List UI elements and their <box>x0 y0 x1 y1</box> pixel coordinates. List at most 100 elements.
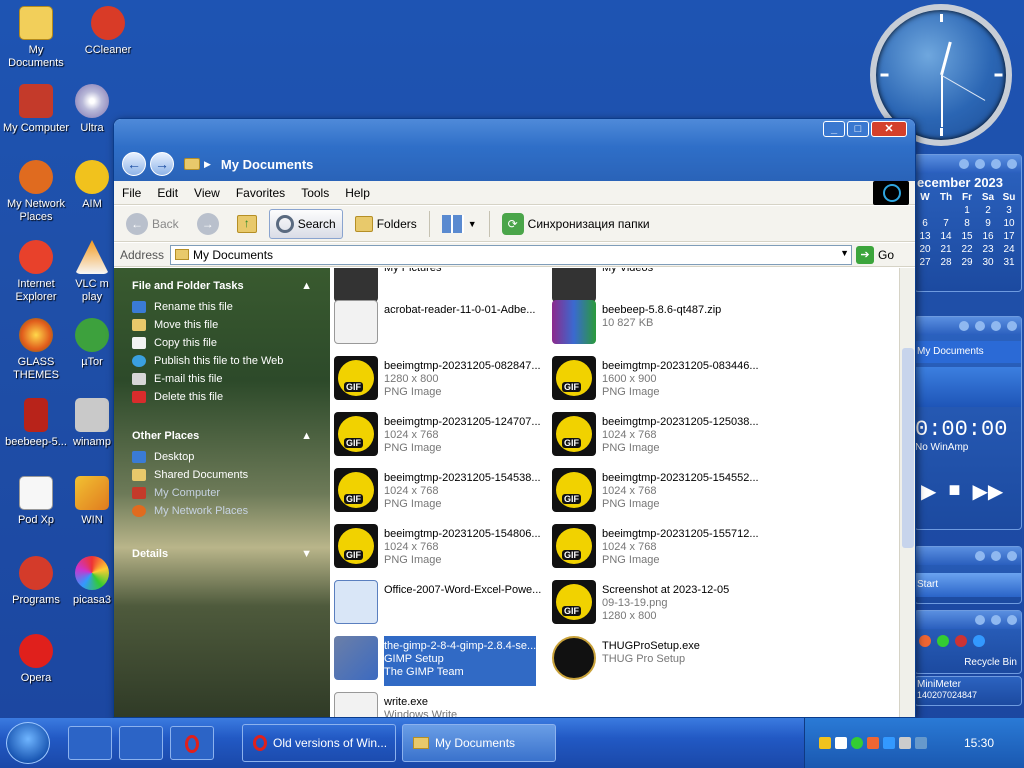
search-button[interactable]: Search <box>268 208 343 239</box>
views-button[interactable]: ▼ <box>436 209 483 239</box>
task-email-file[interactable]: E-mail this file <box>114 370 330 388</box>
file-item[interactable]: acrobat-reader-11-0-01-Adbe... <box>334 300 552 350</box>
calendar-gadget[interactable]: ecember 2023 W Th Fr Sa Su 1 2 3 6 7 8 9 10 13 14 15 16 1… <box>914 154 1022 292</box>
desktop-icon-ccleaner[interactable]: CCleaner <box>72 6 144 57</box>
up-folder-button[interactable]: ↑ <box>231 209 263 239</box>
desktop-icon-vlc[interactable]: VLC m play <box>72 240 112 304</box>
other-places-header[interactable]: Other Places ▲ <box>114 424 330 448</box>
menu-tools[interactable]: Tools <box>301 186 329 200</box>
file-item[interactable]: beebeep-5.8.6-qt487.zip 10 827 KB <box>552 300 770 350</box>
sync-folder-button[interactable]: ⟳ Синхронизация папки <box>496 209 656 239</box>
file-item[interactable]: beeimgtmp-20231205-154806...1024 x 768PN… <box>334 524 552 574</box>
start-gadget[interactable]: Start <box>914 546 1022 604</box>
calendar-day[interactable]: 14 <box>938 231 954 242</box>
task-rename-file[interactable]: Rename this file <box>114 298 330 316</box>
stop-icon[interactable]: ■ <box>948 479 960 504</box>
desktop-icon-beebeep[interactable]: beebeep-5... <box>0 398 72 449</box>
toolbar-gadget[interactable]: Recycle Bin <box>914 610 1022 674</box>
calendar-day[interactable]: 29 <box>959 257 975 268</box>
app-icon[interactable] <box>937 635 949 647</box>
menu-view[interactable]: View <box>194 186 220 200</box>
address-input[interactable]: My Documents ▼ <box>170 244 853 265</box>
desktop-icon-my-network-places[interactable]: My Network Places <box>0 160 72 224</box>
calendar-day[interactable]: 15 <box>959 231 975 242</box>
calendar-day[interactable]: 30 <box>980 257 996 268</box>
task-delete-file[interactable]: Delete this file <box>114 388 330 406</box>
menu-help[interactable]: Help <box>345 186 370 200</box>
close-button[interactable]: ✕ <box>871 121 907 137</box>
minimeter-gadget[interactable]: MiniMeter 140207024847 <box>914 676 1022 706</box>
desktop-icon-ultra[interactable]: Ultra <box>72 84 112 135</box>
desktop-icon-win[interactable]: WIN <box>72 476 112 527</box>
next-icon[interactable]: ▶▶ <box>972 479 1003 504</box>
nav-forward-button[interactable]: → <box>150 152 174 176</box>
calendar-day[interactable]: 21 <box>938 244 954 255</box>
desktop-icon-aim[interactable]: AIM <box>72 160 112 211</box>
quicklaunch-show-desktop[interactable] <box>68 726 112 760</box>
calendar-day[interactable]: 22 <box>959 244 975 255</box>
calendar-day[interactable] <box>938 205 954 216</box>
desktop-icon-picasa[interactable]: picasa3 <box>72 556 112 607</box>
app-icon[interactable] <box>973 635 985 647</box>
task-my-documents[interactable]: My Documents <box>402 724 556 762</box>
back-button[interactable]: ← Back <box>120 209 185 239</box>
place-desktop[interactable]: Desktop <box>114 448 330 466</box>
clock-time[interactable]: 15:30 <box>964 736 994 750</box>
tray-icon[interactable] <box>915 737 927 749</box>
file-item[interactable]: beeimgtmp-20231205-155712...1024 x 768PN… <box>552 524 770 574</box>
vertical-scrollbar[interactable] <box>899 268 915 717</box>
task-publish-web[interactable]: Publish this file to the Web <box>114 352 330 370</box>
calendar-day[interactable]: 20 <box>917 244 933 255</box>
calendar-day[interactable]: 3 <box>1001 205 1017 216</box>
tray-icon[interactable] <box>851 737 863 749</box>
calendar-day[interactable]: 9 <box>980 218 996 229</box>
details-header[interactable]: Details ▼ <box>114 542 330 566</box>
desktop-icon-my-computer[interactable]: My Computer <box>0 84 72 135</box>
desktop-icon-winamp[interactable]: winamp <box>72 398 112 449</box>
file-item[interactable]: beeimgtmp-20231205-124707...1024 x 768PN… <box>334 412 552 462</box>
start-button[interactable] <box>6 722 50 764</box>
desktop-icon-my-documents[interactable]: My Documents <box>0 6 72 70</box>
calendar-day[interactable]: 8 <box>959 218 975 229</box>
desktop-icon-glass-themes[interactable]: GLASS THEMES <box>0 318 72 382</box>
desktop-icon-internet-explorer[interactable]: Internet Explorer <box>0 240 72 304</box>
menu-edit[interactable]: Edit <box>157 186 178 200</box>
calendar-day[interactable]: 13 <box>917 231 933 242</box>
winamp-gadget[interactable]: My Documents 0:00:00 No WinAmp ▶ ■ ▶▶ <box>914 316 1022 530</box>
file-item[interactable]: write.exe Windows Write <box>334 692 552 717</box>
calendar-day[interactable] <box>917 205 933 216</box>
file-item[interactable]: beeimgtmp-20231205-154538...1024 x 768PN… <box>334 468 552 518</box>
tray-icon[interactable] <box>819 737 831 749</box>
calendar-day[interactable]: 2 <box>980 205 996 216</box>
tray-icon[interactable] <box>883 737 895 749</box>
quicklaunch-browser[interactable] <box>119 726 163 760</box>
calendar-day[interactable]: 16 <box>980 231 996 242</box>
file-item[interactable]: Screenshot at 2023-12-0509-13-19.png1280… <box>552 580 770 630</box>
calendar-day[interactable]: 24 <box>1001 244 1017 255</box>
tray-icon[interactable] <box>835 737 847 749</box>
maximize-button[interactable]: □ <box>847 121 869 137</box>
file-item[interactable]: THUGProSetup.exe THUG Pro Setup <box>552 636 770 686</box>
play-icon[interactable]: ▶ <box>921 479 936 504</box>
file-item[interactable]: beeimgtmp-20231205-154552...1024 x 768PN… <box>552 468 770 518</box>
task-copy-file[interactable]: Copy this file <box>114 334 330 352</box>
menu-file[interactable]: File <box>122 186 141 200</box>
desktop-icon-programs[interactable]: Programs <box>0 556 72 607</box>
task-opera-window[interactable]: Old versions of Win... <box>242 724 396 762</box>
file-item[interactable]: beeimgtmp-20231205-082847...1280 x 800PN… <box>334 356 552 406</box>
forward-button[interactable]: → <box>191 209 225 239</box>
title-bar[interactable]: _ □ ✕ ← → ▶ My Documents <box>114 119 915 181</box>
go-button[interactable]: ➔ Go <box>856 245 894 264</box>
app-icon[interactable] <box>955 635 967 647</box>
minimize-button[interactable]: _ <box>823 121 845 137</box>
app-icon[interactable] <box>919 635 931 647</box>
place-my-computer[interactable]: My Computer <box>114 484 330 502</box>
file-folder-tasks-header[interactable]: File and Folder Tasks ▲ <box>114 274 330 298</box>
place-my-network-places[interactable]: My Network Places <box>114 502 330 520</box>
calendar-day[interactable]: 31 <box>1001 257 1017 268</box>
chevron-down-icon[interactable]: ▼ <box>840 248 849 258</box>
calendar-day[interactable]: 1 <box>959 205 975 216</box>
file-item[interactable]: beeimgtmp-20231205-083446...1600 x 900PN… <box>552 356 770 406</box>
calendar-day[interactable]: 27 <box>917 257 933 268</box>
nav-back-button[interactable]: ← <box>122 152 146 176</box>
